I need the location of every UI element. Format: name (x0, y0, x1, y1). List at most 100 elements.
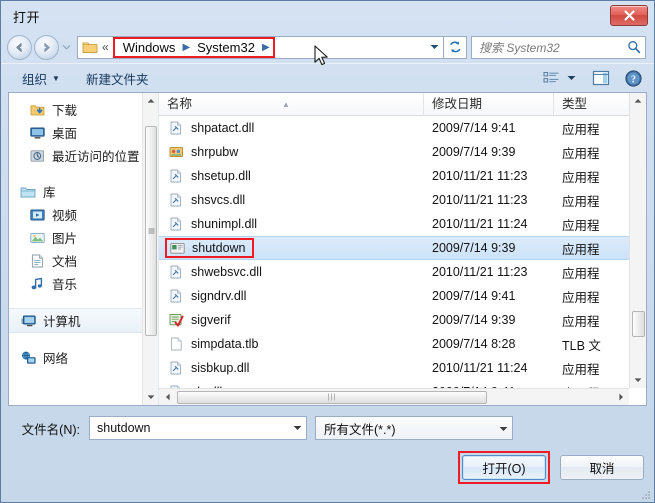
filename-row: 文件名(N): shutdown 所有文件(*.*) (11, 416, 644, 440)
forward-button[interactable] (34, 34, 59, 60)
chevron-up-icon (147, 99, 154, 103)
sidebar-item-recent-places[interactable]: 最近访问的位置 (9, 144, 158, 167)
exe-console-icon (169, 240, 185, 256)
sidebar-item-label: 下载 (52, 104, 78, 118)
filename-input[interactable]: shutdown (89, 416, 307, 440)
file-list-horizontal-scrollbar[interactable]: ||| (159, 388, 629, 405)
chevron-down-icon (62, 45, 71, 50)
file-date-cell: 2009/7/14 9:39 (432, 241, 516, 255)
file-name-cell: shpatact.dll (159, 120, 424, 136)
table-row[interactable]: signdrv.dll 2009/7/14 9:41 应用程 (159, 284, 646, 308)
history-dropdown-button[interactable] (60, 36, 73, 58)
view-mode-button[interactable] (539, 69, 563, 87)
sidebar-list: 下载 桌面 最近访问的位置 库 视频 图片 文档 音乐 计算机 网络 (9, 93, 158, 369)
dll-icon (168, 360, 184, 376)
forward-arrow-icon (44, 42, 50, 52)
breadcrumb-separator-icon[interactable]: ▶ (261, 42, 271, 53)
file-name-label: sigverif (191, 313, 231, 327)
search-box[interactable]: 搜索 System32 (471, 35, 646, 59)
sidebar-item-label: 音乐 (52, 278, 78, 292)
table-row[interactable]: shsvcs.dll 2010/11/21 11:23 应用程 (159, 188, 646, 212)
refresh-button[interactable] (443, 35, 467, 59)
back-button[interactable] (7, 34, 32, 60)
file-name-cell: sisbkup.dll (159, 360, 424, 376)
file-scroll-left-button[interactable] (159, 389, 176, 406)
sidebar-item-videos[interactable]: 视频 (9, 203, 158, 226)
file-name-label: shsetup.dll (191, 169, 251, 183)
organize-button[interactable]: 组织 ▼ (15, 66, 67, 91)
view-mode-dropdown[interactable] (563, 73, 580, 83)
chevron-down-icon (430, 45, 438, 49)
breadcrumb-item-windows[interactable]: Windows (117, 40, 182, 55)
close-button[interactable] (610, 5, 648, 26)
sidebar-scrollbar[interactable] (142, 93, 158, 405)
sidebar-scroll-thumb[interactable] (145, 126, 157, 336)
table-row[interactable]: sisbkup.dll 2010/11/21 11:24 应用程 (159, 356, 646, 380)
sidebar-item-libraries[interactable]: 库 (9, 180, 158, 203)
close-icon (623, 10, 635, 21)
cancel-button[interactable]: 取消 (560, 455, 644, 480)
sidebar-item-computer[interactable]: 计算机 (9, 308, 158, 333)
address-dropdown-button[interactable] (425, 37, 443, 58)
file-scroll-thumb[interactable] (632, 311, 645, 337)
grip-icon: ||| (327, 393, 337, 401)
new-folder-button[interactable]: 新建文件夹 (79, 66, 156, 91)
table-row[interactable]: sigverif 2009/7/14 9:39 应用程 (159, 308, 646, 332)
file-scroll-down-button[interactable] (630, 372, 646, 388)
downloads-icon (29, 102, 45, 118)
breadcrumb-item-system32[interactable]: System32 (191, 40, 261, 55)
table-row[interactable]: simpdata.tlb 2009/7/14 8:28 TLB 文 (159, 332, 646, 356)
filename-dropdown-button[interactable] (288, 417, 306, 439)
documents-icon (29, 253, 45, 269)
chevron-down-icon (567, 76, 576, 80)
dll-icon (168, 264, 184, 280)
file-scroll-right-button[interactable] (612, 389, 629, 406)
preview-pane-button[interactable] (588, 68, 614, 88)
address-bar[interactable]: « Windows ▶ System32 ▶ (77, 35, 444, 59)
sidebar-item-desktop[interactable]: 桌面 (9, 121, 158, 144)
sidebar-item-label: 图片 (52, 232, 78, 246)
sidebar-item-music[interactable]: 音乐 (9, 272, 158, 295)
table-row[interactable]: shrpubw 2009/7/14 9:39 应用程 (159, 140, 646, 164)
file-scroll-up-button[interactable] (630, 93, 646, 109)
file-hscroll-thumb[interactable]: ||| (177, 390, 487, 404)
file-list-vertical-scrollbar[interactable] (629, 93, 646, 388)
breadcrumb-overflow-button[interactable]: « (101, 40, 113, 54)
file-name-cell: shsetup.dll (159, 168, 424, 184)
open-button-annotation: 打开(O) (458, 451, 550, 484)
exe-share-icon (168, 144, 184, 160)
sidebar-item-network[interactable]: 网络 (9, 346, 158, 369)
computer-icon (20, 313, 36, 329)
file-date-cell: 2009/7/14 9:39 (432, 313, 516, 327)
table-row[interactable]: shwebsvc.dll 2010/11/21 11:23 应用程 (159, 260, 646, 284)
sidebar-scroll-down-button[interactable] (143, 389, 158, 405)
sidebar-scroll-up-button[interactable] (143, 93, 158, 109)
dll-icon (168, 192, 184, 208)
file-name-cell: signdrv.dll (159, 288, 424, 304)
file-name-label: shunimpl.dll (191, 217, 258, 231)
table-row[interactable]: shsetup.dll 2010/11/21 11:23 应用程 (159, 164, 646, 188)
resize-grip-icon (642, 491, 650, 499)
filename-value[interactable]: shutdown (97, 421, 288, 435)
file-type-filter-select[interactable]: 所有文件(*.*) (315, 416, 513, 440)
table-row[interactable]: shunimpl.dll 2010/11/21 11:24 应用程 (159, 212, 646, 236)
sidebar-item-downloads[interactable]: 下载 (9, 98, 158, 121)
column-header-date[interactable]: 修改日期 (424, 92, 554, 116)
dialog-buttons: 打开(O) 取消 (11, 451, 644, 484)
folder-icon (82, 40, 98, 54)
open-button[interactable]: 打开(O) (462, 455, 546, 480)
sidebar-item-documents[interactable]: 文档 (9, 249, 158, 272)
search-input[interactable]: 搜索 System32 (479, 39, 627, 56)
resize-grip[interactable] (639, 488, 651, 500)
file-name-cell: simpdata.tlb (159, 336, 424, 352)
table-row[interactable]: shpatact.dll 2009/7/14 9:41 应用程 (159, 116, 646, 140)
breadcrumb-separator-icon[interactable]: ▶ (181, 42, 191, 53)
chevron-right-icon (618, 393, 623, 401)
sidebar-item-pictures[interactable]: 图片 (9, 226, 158, 249)
filename-label: 文件名(N): (21, 422, 80, 437)
svg-text:?: ? (631, 74, 636, 85)
column-header-name[interactable]: 名称 ▲ (159, 92, 424, 116)
help-button[interactable]: ? (621, 68, 646, 89)
table-row-selected[interactable]: shutdown 2009/7/14 9:39 应用程 (159, 236, 646, 260)
